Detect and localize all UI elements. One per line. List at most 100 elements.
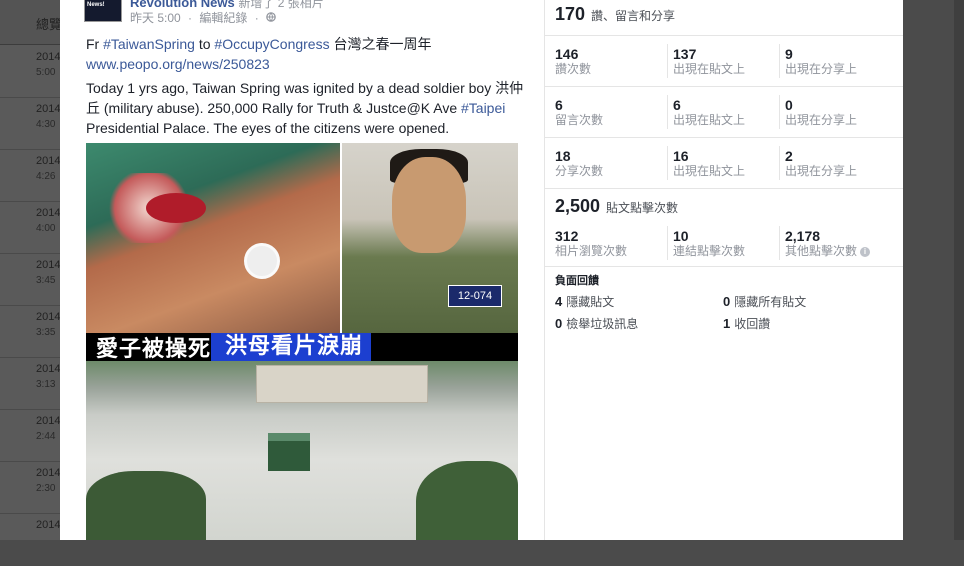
shares-stats-row: 18 分享次數 16 出現在貼文上 2 出現在分享上 bbox=[545, 138, 903, 188]
hide-all-posts-label: 隱藏所有貼文 bbox=[734, 295, 807, 309]
background-row: 2014 3:45 bbox=[0, 253, 64, 306]
shares-count: 18 bbox=[555, 148, 571, 164]
row-date: 2014 bbox=[36, 259, 61, 271]
post-clicks-total: 2,500 貼文點擊次數 bbox=[555, 196, 678, 217]
comments-count: 6 bbox=[555, 97, 563, 113]
hide-post-stat: 4 隱藏貼文 bbox=[555, 293, 614, 310]
row-time: 3:35 bbox=[36, 327, 56, 338]
page-avatar[interactable]: Revolution News! bbox=[84, 0, 122, 22]
other-clicks-label-wrap: 其他點擊次數 i bbox=[785, 244, 871, 259]
clicks-breakdown-row: 312 相片瀏覽次數 10 連結點擊次數 2,178 其他點擊次數 i bbox=[545, 218, 903, 268]
engagement-total-number: 170 bbox=[555, 4, 586, 24]
link-clicks-count: 10 bbox=[673, 228, 689, 244]
comments-label: 留言次數 bbox=[555, 113, 604, 127]
info-icon[interactable]: i bbox=[860, 246, 871, 257]
shares-on-post-count: 16 bbox=[673, 148, 689, 164]
row-time: 4:30 bbox=[36, 119, 56, 130]
row-time: 5:00 bbox=[36, 67, 56, 78]
row-date: 2014 bbox=[36, 311, 61, 323]
other-clicks-count: 2,178 bbox=[785, 228, 821, 244]
engagement-total-label: 讚、留言和分享 bbox=[591, 9, 676, 23]
unlike-label: 收回讚 bbox=[734, 317, 771, 331]
text-segment: 台灣之春一周年 bbox=[329, 36, 432, 52]
post-timestamp[interactable]: 昨天 5:00 bbox=[130, 11, 181, 25]
hashtag-occupycongress[interactable]: #OccupyCongress bbox=[214, 36, 329, 52]
likes-on-shares-label: 出現在分享上 bbox=[785, 62, 858, 76]
edit-history-link[interactable]: 編輯紀錄 bbox=[199, 11, 247, 25]
comments-on-post-count: 6 bbox=[673, 97, 681, 113]
row-time: 3:45 bbox=[36, 275, 56, 286]
hide-all-posts-stat: 0 隱藏所有貼文 bbox=[723, 293, 806, 310]
background-row: 2014 4:30 bbox=[0, 97, 64, 150]
background-row: 2014 5:00 bbox=[0, 45, 64, 98]
likes-stats-row: 146 讚次數 137 出現在貼文上 9 出現在分享上 bbox=[545, 36, 903, 86]
text-segment: Today 1 yrs ago, Taiwan Spring was ignit… bbox=[86, 80, 524, 116]
report-spam-label: 檢舉垃圾訊息 bbox=[566, 317, 639, 331]
unlike-count: 1 bbox=[723, 316, 731, 331]
report-spam-stat: 0 檢舉垃圾訊息 bbox=[555, 315, 638, 332]
comments-on-post-label: 出現在貼文上 bbox=[673, 113, 746, 127]
insights-panel: 170 讚、留言和分享 146 讚次數 137 出現在貼文上 9 出現在分享上 6 留言… bbox=[544, 0, 903, 540]
row-date: 2014 bbox=[36, 155, 61, 167]
scrollbar-track[interactable] bbox=[954, 0, 964, 540]
shares-on-post-label: 出現在貼文上 bbox=[673, 164, 746, 178]
text-segment: to bbox=[194, 36, 215, 52]
comments-on-shares-label: 出現在分享上 bbox=[785, 113, 858, 127]
row-date: 2014 bbox=[36, 415, 61, 427]
likes-on-post-label: 出現在貼文上 bbox=[673, 62, 746, 76]
post-photo[interactable]: 12-074 愛子被操死 洪母看片淚崩 bbox=[86, 143, 518, 540]
row-time: 3:13 bbox=[36, 379, 56, 390]
post-meta: 昨天 5:00 · 編輯紀錄 · bbox=[130, 9, 280, 26]
shares-label: 分享次數 bbox=[555, 164, 604, 178]
shares-on-shares-label: 出現在分享上 bbox=[785, 164, 858, 178]
shares-on-shares-count: 2 bbox=[785, 148, 793, 164]
negative-feedback-title: 負面回饋 bbox=[555, 275, 599, 287]
row-time: 4:00 bbox=[36, 223, 56, 234]
hide-post-count: 4 bbox=[555, 294, 563, 309]
row-date: 2014 bbox=[36, 103, 61, 115]
background-row: 2014 3:35 bbox=[0, 305, 64, 358]
photo-rally-crowd bbox=[86, 361, 518, 540]
photo-views-count: 312 bbox=[555, 228, 579, 244]
other-clicks-label: 其他點擊次數 bbox=[785, 244, 858, 258]
row-date: 2014 bbox=[36, 363, 61, 375]
photo-caption-left: 愛子被操死 bbox=[96, 337, 212, 362]
background-row: 2014 3:13 bbox=[0, 357, 64, 410]
post-insights-modal: Revolution News! Revolution News 新增了 2 張… bbox=[60, 0, 903, 540]
row-time: 2:44 bbox=[36, 431, 56, 442]
post-clicks-label: 貼文點擊次數 bbox=[606, 201, 679, 215]
report-spam-count: 0 bbox=[555, 316, 563, 331]
comments-stats-row: 6 留言次數 6 出現在貼文上 0 出現在分享上 bbox=[545, 87, 903, 137]
row-date: 2014 bbox=[36, 51, 61, 63]
name-tag-badge: 12-074 bbox=[448, 285, 502, 307]
row-date: 2014 bbox=[36, 207, 61, 219]
background-post-list: 總覽 2014 5:00 2014 4:30 2014 4:26 2014 4:00 2… bbox=[0, 0, 64, 566]
background-row: 2014 2:44 bbox=[0, 409, 64, 462]
text-segment: Presidential Palace. The eyes of the cit… bbox=[86, 120, 450, 136]
likes-count: 146 bbox=[555, 46, 579, 62]
background-row: 2014 2:30 bbox=[0, 461, 64, 514]
hashtag-taiwanspring[interactable]: #TaiwanSpring bbox=[103, 36, 195, 52]
text-segment: Fr bbox=[86, 36, 104, 52]
post-link[interactable]: www.peopo.org/news/250823 bbox=[86, 56, 270, 72]
comments-on-shares-count: 0 bbox=[785, 97, 793, 113]
hashtag-taipei[interactable]: #Taipei bbox=[461, 100, 505, 116]
row-time: 2:30 bbox=[36, 483, 56, 494]
photo-hospital-scene bbox=[86, 143, 340, 333]
likes-on-shares-count: 9 bbox=[785, 46, 793, 62]
hide-post-label: 隱藏貼文 bbox=[566, 295, 615, 309]
hide-all-posts-count: 0 bbox=[723, 294, 731, 309]
photo-soldier-portrait: 12-074 bbox=[342, 143, 518, 333]
likes-label: 讚次數 bbox=[555, 62, 592, 76]
post-preview: Revolution News! Revolution News 新增了 2 張… bbox=[60, 0, 540, 540]
globe-icon[interactable] bbox=[266, 11, 276, 25]
photo-caption-right: 洪母看片淚崩 bbox=[211, 333, 372, 361]
background-header-label: 總覽 bbox=[36, 17, 63, 32]
background-header: 總覽 bbox=[0, 0, 64, 45]
avatar-text: Revolution News! bbox=[87, 2, 105, 8]
unlike-stat: 1 收回讚 bbox=[723, 315, 770, 332]
likes-on-post-count: 137 bbox=[673, 46, 697, 62]
engagement-total: 170 讚、留言和分享 bbox=[555, 4, 675, 32]
post-message: Fr #TaiwanSpring to #OccupyCongress 台灣之春… bbox=[86, 34, 526, 138]
row-date: 2014 bbox=[36, 467, 61, 479]
